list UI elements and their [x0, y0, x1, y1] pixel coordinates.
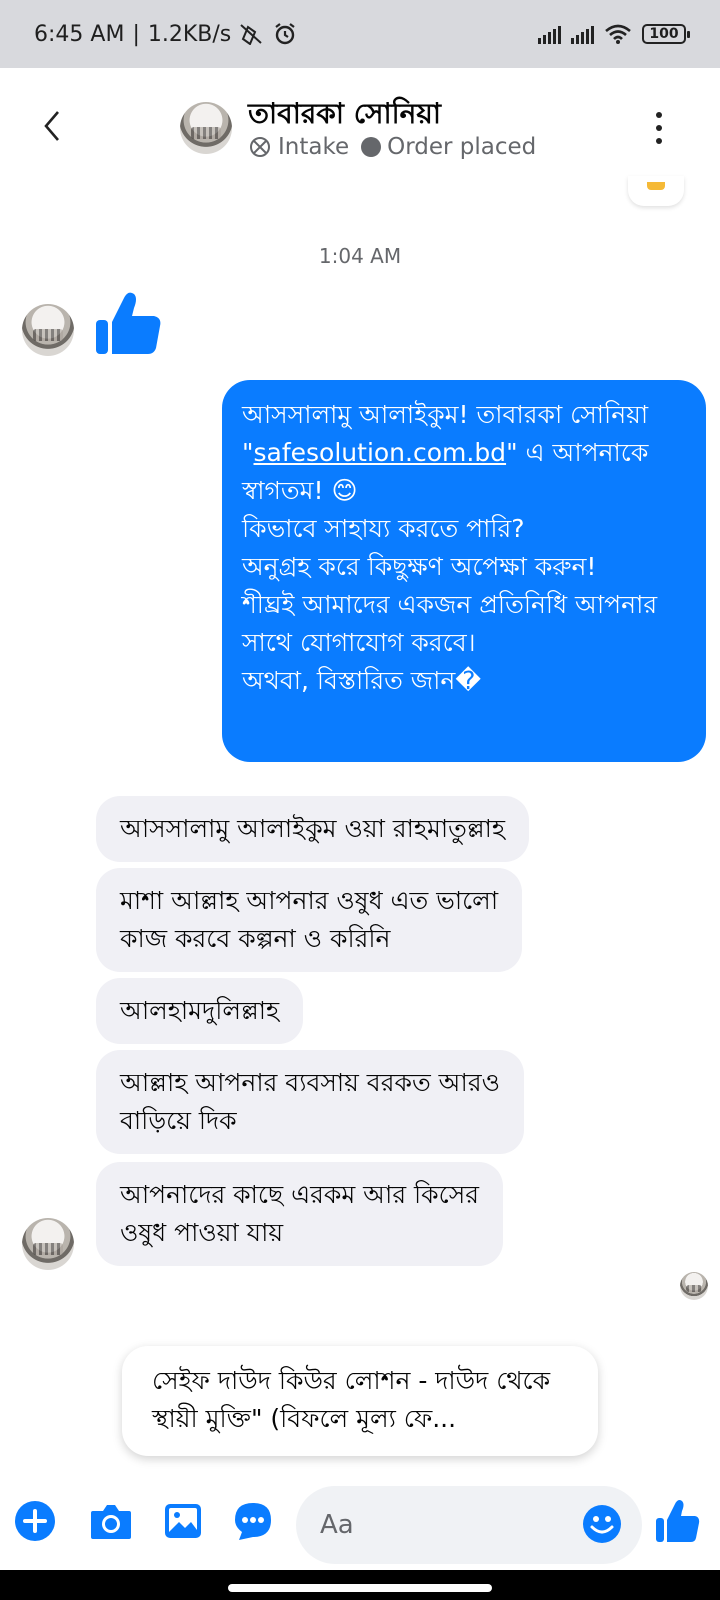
back-button[interactable] — [34, 106, 70, 146]
chevron-left-icon — [44, 111, 59, 141]
contact-avatar[interactable] — [180, 102, 232, 154]
incoming-message-bubble[interactable]: আপনাদের কাছে এরকম আর কিসের ওষুধ পাওয়া য… — [96, 1162, 503, 1266]
thumbs-up-icon[interactable] — [94, 290, 162, 358]
signal-icon — [538, 24, 561, 44]
camera-button[interactable] — [88, 1498, 134, 1544]
order-tag-label: Order placed — [387, 134, 537, 160]
alarm-icon — [275, 23, 295, 45]
incoming-message-bubble[interactable]: আসসালামু আলাইকুম ওয়া রাহমাতুল্লাহ — [96, 796, 530, 862]
image-icon — [165, 1504, 201, 1538]
chat-bubble-dots-icon — [235, 1503, 271, 1540]
more-options-button[interactable] — [654, 112, 664, 144]
status-bar: 6:45 AM | 1.2KB/s 100 — [0, 0, 720, 68]
battery-level: 100 — [649, 26, 679, 42]
incoming-message-bubble[interactable]: আল্লাহ আপনার ব্যবসায় বরকত আরও বাড়িয়ে … — [96, 1050, 524, 1154]
website-link[interactable]: safesolution.com.bd — [254, 438, 507, 467]
camera-icon — [91, 1505, 131, 1539]
incoming-message-bubble[interactable]: মাশা আল্লাহ আপনার ওষুধ এত ভালো কাজ করবে … — [96, 868, 523, 972]
home-indicator[interactable] — [228, 1584, 492, 1592]
order-tag-dot-icon — [361, 137, 382, 157]
send-like-icon[interactable] — [654, 1498, 700, 1544]
contact-labels: Intake Order placed — [248, 134, 536, 160]
mute-vibrate-icon — [240, 24, 262, 45]
status-time: 6:45 AM — [34, 21, 125, 47]
contact-name[interactable]: তাবারকা সোনিয়া — [248, 92, 441, 139]
signal-icon-2 — [571, 24, 594, 44]
intake-tag-label: Intake — [278, 134, 350, 160]
emoji-icon[interactable] — [582, 1504, 622, 1544]
outgoing-text-part2: " এ আপনাকে স্বাগতম! 😊 কিভাবে সাহায্য করত… — [242, 438, 658, 695]
sender-avatar[interactable] — [22, 304, 74, 356]
intake-tag-icon — [250, 137, 270, 157]
more-actions-button[interactable] — [12, 1498, 58, 1544]
previous-message-reaction[interactable] — [628, 176, 684, 206]
gallery-button[interactable] — [160, 1498, 206, 1544]
message-composer — [0, 1476, 720, 1570]
wifi-icon — [605, 24, 631, 44]
incoming-message-bubble[interactable]: আলহামদুলিল্লাহ — [96, 978, 304, 1044]
conversation-header: তাবারকা সোনিয়া Intake Order placed — [0, 68, 720, 186]
chat-extensions-button[interactable] — [230, 1498, 276, 1544]
plus-circle-icon — [15, 1501, 55, 1541]
message-timestamp: 1:04 AM — [318, 244, 402, 268]
sender-avatar[interactable] — [22, 1218, 74, 1270]
outgoing-message-bubble[interactable]: আসসালামু আলাইকুম! তাবারকা সোনিয়া "safes… — [222, 380, 706, 762]
suggested-reply-card[interactable]: সেইফ দাউদ কিউর লোশন - দাউদ থেকে স্থায়ী … — [122, 1346, 598, 1456]
network-speed: 1.2KB/s — [147, 21, 232, 47]
battery-icon: 100 — [642, 24, 690, 44]
read-receipt-avatar — [680, 1272, 708, 1300]
